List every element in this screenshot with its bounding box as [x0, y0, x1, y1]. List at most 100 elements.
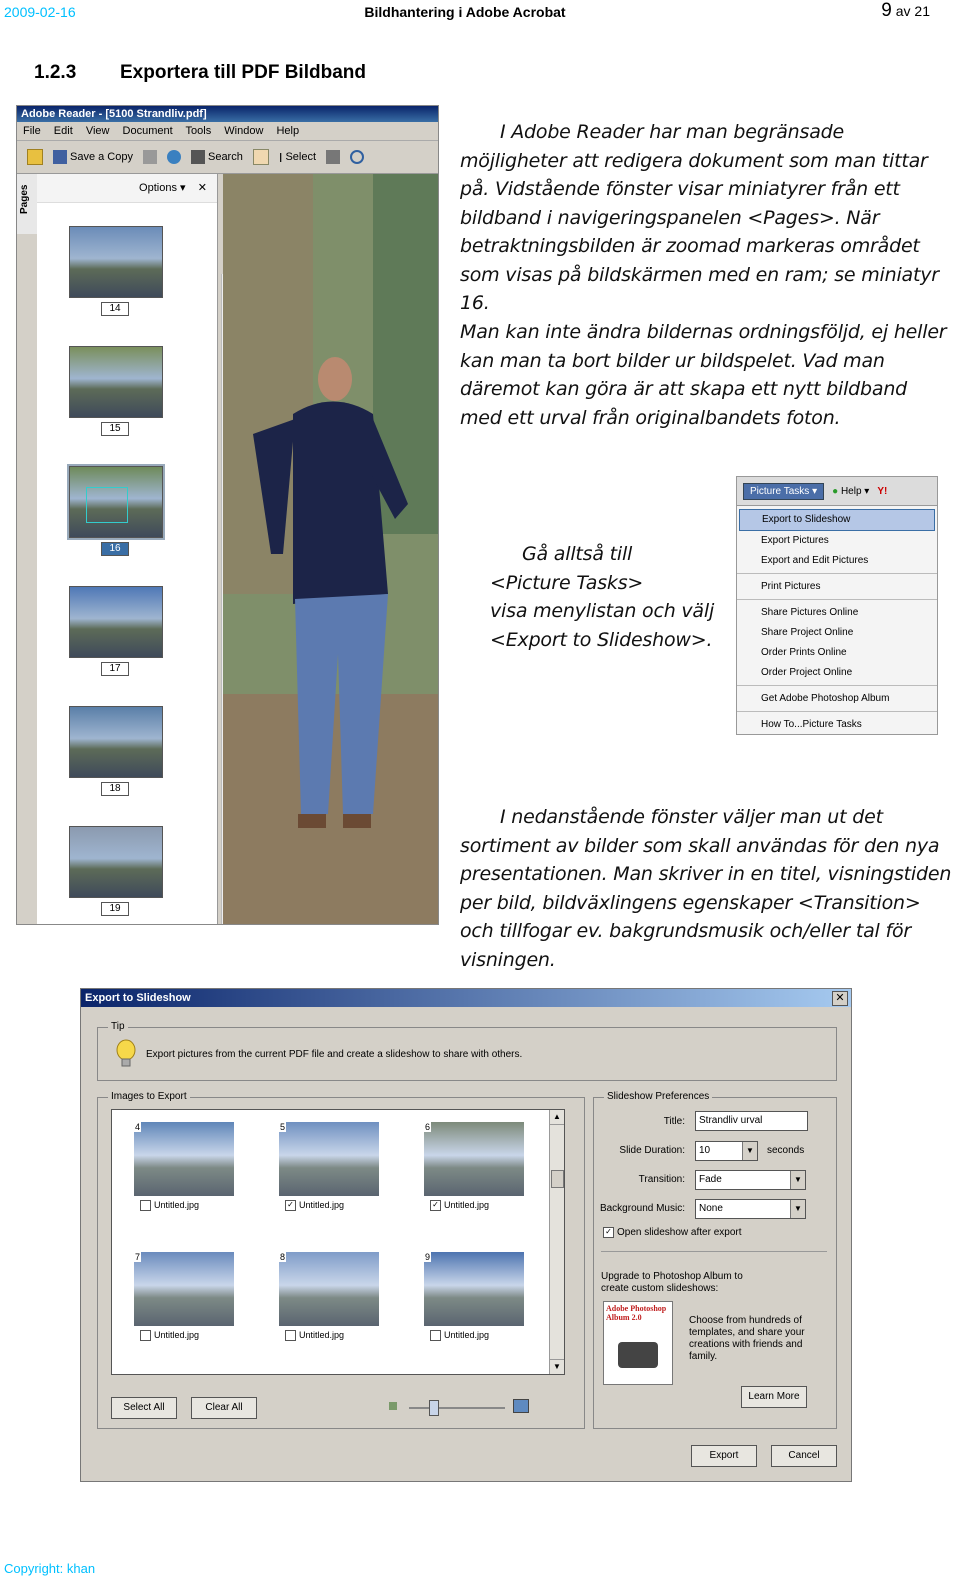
picture-tasks-toolbar: Picture Tasks ▾ ● Help ▾ Y! [737, 477, 937, 506]
menu-window[interactable]: Window [224, 125, 263, 137]
menu-item[interactable]: Export Pictures [737, 531, 937, 551]
checkbox-box[interactable]: ✓ [603, 1227, 614, 1238]
image-tile[interactable]: 9 Untitled.jpg [424, 1252, 524, 1342]
page-thumbnail[interactable] [69, 706, 163, 778]
image-tile[interactable]: 6 ✓ Untitled.jpg [424, 1122, 524, 1212]
instruction-line-3: visa menylistan och välj [490, 600, 715, 622]
instruction-line-4: <Export to Slideshow>. [490, 628, 713, 651]
select-button[interactable]: I Select [279, 150, 316, 165]
image-caption[interactable]: ✓ Untitled.jpg [430, 1200, 489, 1212]
page-thumbnail[interactable] [69, 826, 163, 898]
snapshot-icon[interactable] [326, 150, 341, 164]
tip-group: Tip Export pictures from the current PDF… [97, 1021, 837, 1081]
menu-item[interactable]: Order Project Online [737, 663, 937, 683]
image-tile[interactable]: 8 Untitled.jpg [279, 1252, 379, 1342]
image-number: 9 [424, 1252, 432, 1262]
open-folder-icon[interactable] [27, 149, 43, 165]
menu-item[interactable]: Print Pictures [737, 577, 937, 597]
image-number: 7 [134, 1252, 142, 1262]
options-menu[interactable]: Options [139, 182, 177, 194]
open-after-export-checkbox[interactable]: ✓ Open slideshow after export [603, 1227, 742, 1238]
slider-thumb[interactable] [429, 1400, 439, 1416]
camera-icon [618, 1342, 658, 1368]
page-thumbnail[interactable] [69, 226, 163, 298]
zoom-icon[interactable] [350, 150, 365, 164]
paragraph-dialog-description: I nedanstående fönster väljer man ut det… [460, 806, 952, 971]
help-label: Help [840, 485, 862, 497]
image-tile[interactable]: 5 ✓ Untitled.jpg [279, 1122, 379, 1212]
export-button[interactable]: Export [691, 1445, 757, 1467]
menu-file[interactable]: File [23, 125, 41, 137]
tip-group-label: Tip [108, 1021, 128, 1032]
menu-item[interactable]: Share Project Online [737, 623, 937, 643]
tip-text: Export pictures from the current PDF fil… [146, 1049, 523, 1060]
image-checkbox[interactable] [285, 1330, 296, 1342]
menu-item[interactable]: Order Prints Online [737, 643, 937, 663]
images-scrollbar[interactable]: ▲ ▼ [549, 1110, 564, 1374]
print-icon[interactable] [142, 150, 157, 164]
menu-item[interactable]: Export to Slideshow [739, 509, 935, 531]
scroll-down-arrow[interactable]: ▼ [550, 1359, 564, 1374]
upgrade-text: Choose from hundreds of templates, and s… [689, 1315, 805, 1362]
music-select[interactable]: None ▼ [695, 1199, 806, 1219]
zoom-view-frame [86, 487, 128, 523]
pages-tab[interactable]: Pages [17, 174, 38, 234]
image-caption[interactable]: Untitled.jpg [140, 1330, 199, 1342]
clear-all-button[interactable]: Clear All [191, 1397, 257, 1419]
image-checkbox[interactable] [430, 1330, 441, 1342]
cancel-button[interactable]: Cancel [771, 1445, 837, 1467]
menu-item[interactable]: Share Pictures Online [737, 603, 937, 623]
email-icon[interactable] [166, 150, 181, 164]
image-caption[interactable]: Untitled.jpg [285, 1330, 344, 1342]
menu-edit[interactable]: Edit [54, 125, 73, 137]
image-caption[interactable]: Untitled.jpg [140, 1200, 199, 1212]
learn-more-button[interactable]: Learn More [741, 1386, 807, 1408]
help-button[interactable]: ● Help ▾ [832, 486, 869, 497]
hand-tool-icon[interactable] [252, 149, 269, 165]
man-walking-photo [223, 174, 438, 924]
close-icon[interactable]: ✕ [198, 182, 207, 194]
image-checkbox[interactable] [140, 1200, 151, 1212]
image-caption[interactable]: ✓ Untitled.jpg [285, 1200, 344, 1212]
scroll-thumb[interactable] [551, 1170, 564, 1188]
scroll-up-arrow[interactable]: ▲ [550, 1110, 564, 1125]
menu-item[interactable]: How To...Picture Tasks [737, 715, 937, 734]
slider-track [409, 1407, 505, 1409]
image-checkbox[interactable]: ✓ [285, 1200, 296, 1212]
binoculars-icon [190, 150, 205, 164]
image-checkbox[interactable]: ✓ [430, 1200, 441, 1212]
page-thumbnail[interactable] [69, 586, 163, 658]
image-thumbnail [424, 1122, 524, 1196]
menu-view[interactable]: View [86, 125, 110, 137]
image-checkbox[interactable] [140, 1330, 151, 1342]
open-after-label: Open slideshow after export [617, 1227, 742, 1239]
menu-tools[interactable]: Tools [186, 125, 212, 137]
title-input[interactable]: Strandliv urval [695, 1111, 808, 1131]
image-caption[interactable]: Untitled.jpg [430, 1330, 489, 1342]
page-thumbnail[interactable] [69, 346, 163, 418]
menu-document[interactable]: Document [123, 125, 173, 137]
panel-options-bar: Options ▾ ✕ [37, 174, 217, 203]
transition-select[interactable]: Fade ▼ [695, 1170, 806, 1190]
images-grid: 4 Untitled.jpg 5 ✓ Untitled.jpg 6 ✓ Untitled.jp… [111, 1109, 565, 1375]
picture-tasks-button[interactable]: Picture Tasks ▾ [743, 482, 825, 500]
image-tile[interactable]: 7 Untitled.jpg [134, 1252, 234, 1342]
menu-item[interactable]: Get Adobe Photoshop Album [737, 689, 937, 709]
menu-help[interactable]: Help [276, 125, 299, 137]
image-tile[interactable]: 4 Untitled.jpg [134, 1122, 234, 1212]
image-number: 6 [424, 1122, 432, 1132]
menu-item[interactable]: Export and Edit Pictures [737, 551, 937, 571]
image-thumbnail [424, 1252, 524, 1326]
save-copy-button[interactable]: Save a Copy [53, 150, 133, 164]
search-button[interactable]: Search [190, 150, 243, 164]
help-icon: ● [832, 485, 839, 497]
image-thumbnail [134, 1122, 234, 1196]
page-thumbnail[interactable] [67, 464, 165, 540]
select-all-button[interactable]: Select All [111, 1397, 177, 1419]
thumbnail-size-slider[interactable] [389, 1399, 529, 1416]
image-thumbnail [134, 1252, 234, 1326]
duration-select[interactable]: 10 ▼ [695, 1141, 758, 1161]
transition-label: Transition: [638, 1174, 685, 1185]
page-thumbnail-label: 16 [101, 542, 129, 556]
dialog-close-button[interactable]: ✕ [832, 991, 848, 1006]
